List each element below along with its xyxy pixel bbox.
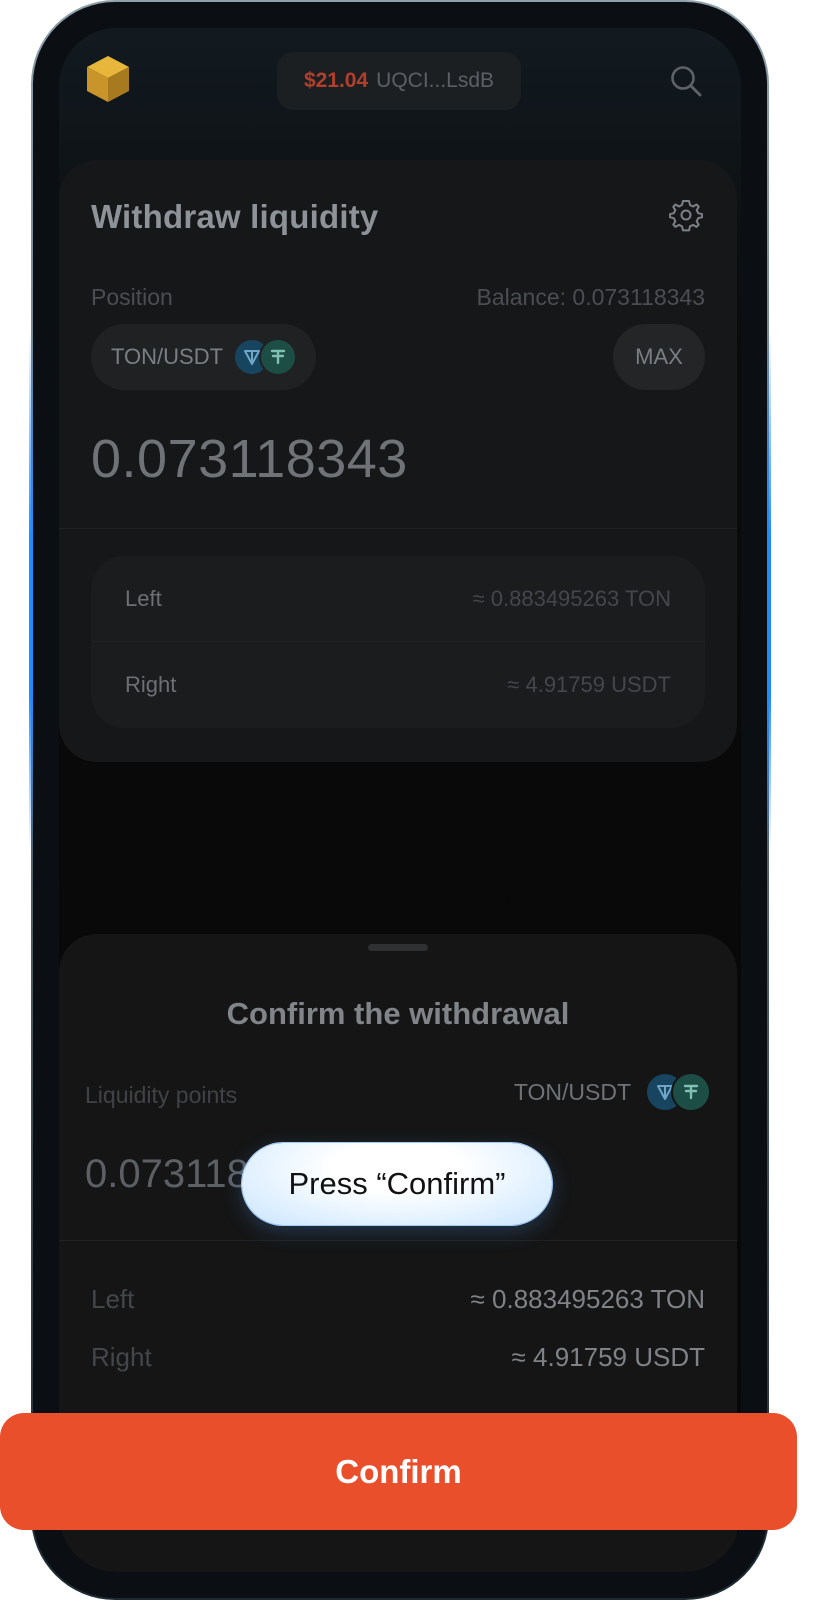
pair-coins [233,338,298,376]
wallet-balance: $21.04 [303,69,369,92]
summary-row-left: Left ≈ 0.883495263 TON [91,1284,705,1315]
card-title: Withdraw liquidity [91,198,379,235]
withdraw-amount-input[interactable]: 0.073118343 [91,428,408,490]
wallet-pill[interactable]: $21.04 UQCI...LsdB [277,52,521,110]
balance-label: Balance: 0.073118343 [476,284,706,310]
confirm-button[interactable]: Confirm [0,1413,797,1530]
pair-label: TON/USDT [111,344,224,369]
summary-row-right: Right ≈ 4.91759 USDT [91,1342,705,1373]
liquidity-points-amount: 0.073118 [85,1152,249,1196]
max-button[interactable]: MAX [613,324,705,390]
breakdown-row-left: Left ≈ 0.883495263 TON [91,556,705,642]
search-icon[interactable] [669,64,703,98]
sheet-pair-coins [645,1072,711,1112]
liquidity-points-label: Liquidity points [85,1082,238,1108]
withdraw-breakdown: Left ≈ 0.883495263 TON Right ≈ 4.91759 U… [91,556,705,728]
breakdown-right-label: Right [125,672,177,697]
phone-frame: $21.04 UQCI...LsdB Withdraw liquidity Po… [29,0,771,1600]
divider [59,528,737,529]
summary-right-value: ≈ 4.91759 USDT [511,1342,705,1372]
app-screen: $21.04 UQCI...LsdB Withdraw liquidity Po… [59,28,741,1572]
sheet-title: Confirm the withdrawal [226,996,570,1031]
pair-selector[interactable]: TON/USDT [91,324,316,390]
divider [59,1240,737,1241]
sheet-drag-handle[interactable] [368,944,428,951]
usdt-coin-icon [671,1072,711,1112]
summary-left-label: Left [91,1284,135,1314]
withdraw-card: Withdraw liquidity Position Balance: 0.0… [59,160,737,762]
summary-left-value: ≈ 0.883495263 TON [470,1284,705,1314]
breakdown-left-label: Left [125,585,162,611]
gear-icon[interactable] [669,198,703,232]
app-logo-icon[interactable] [85,54,131,104]
breakdown-right-value: ≈ 4.91759 USDT [507,672,671,697]
position-label: Position [91,284,173,310]
sheet-pair-label: TON/USDT [513,1078,631,1105]
instruction-tooltip: Press “Confirm” [242,1143,552,1225]
wallet-address: UQCI...LsdB [376,69,495,92]
breakdown-row-right: Right ≈ 4.91759 USDT [91,642,705,728]
breakdown-left-value: ≈ 0.883495263 TON [472,585,671,611]
sheet-pair: TON/USDT [513,1072,711,1112]
summary-right-label: Right [91,1342,152,1372]
phone-bezel: $21.04 UQCI...LsdB Withdraw liquidity Po… [33,2,767,1598]
usdt-coin-icon [259,338,298,376]
